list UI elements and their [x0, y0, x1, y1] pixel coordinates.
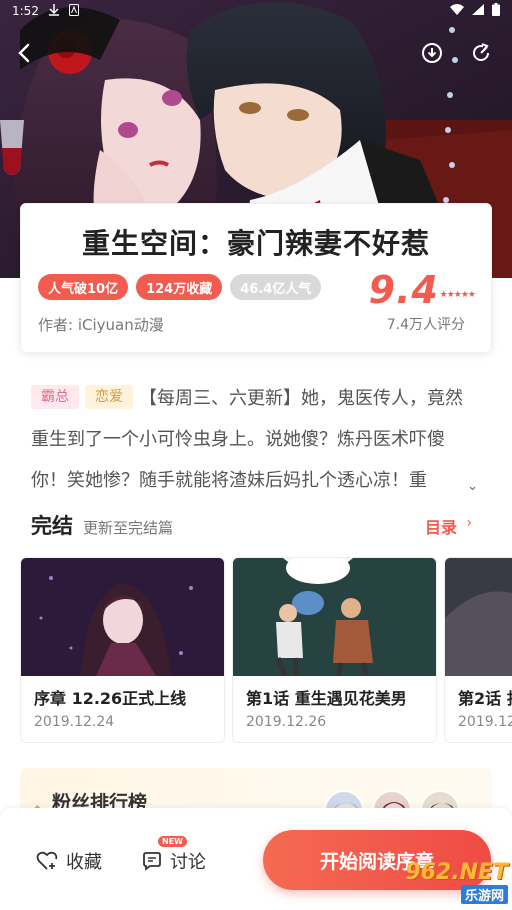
- chevron-right-icon: ›: [466, 515, 472, 531]
- chapter-card[interactable]: 序章 12.26正式上线 2019.12.24: [20, 557, 225, 743]
- site-watermark: 962.NET 乐游网: [372, 860, 508, 904]
- chapter-date: 2019.12.26: [246, 714, 327, 730]
- chapter-list: 序章 12.26正式上线 2019.12.24 第1话 重生遇见花美男 2019…: [20, 557, 512, 743]
- share-button[interactable]: [466, 38, 496, 68]
- chapter-title: 第1话 重生遇见花美男: [246, 689, 407, 708]
- chapter-card[interactable]: 第1话 重生遇见花美男 2019.12.26: [232, 557, 437, 743]
- watermark-text: 乐游网: [460, 885, 508, 904]
- heart-plus-icon: [36, 851, 58, 870]
- description[interactable]: 霸总 恋爱 【每周三、六更新】她，鬼医传人，竟然重生到了一个小可怜虫身上。说她傻？炼…: [31, 378, 478, 501]
- favorite-label: 收藏: [66, 852, 102, 873]
- share-icon: [473, 43, 489, 61]
- download-status-icon: [48, 3, 59, 19]
- chapter-date: 2019.12: [458, 714, 512, 730]
- download-button[interactable]: [417, 38, 447, 68]
- genre-tag[interactable]: 霸总: [31, 385, 79, 409]
- genre-tag[interactable]: 恋爱: [85, 385, 133, 409]
- favorites-tag: 124万收藏: [136, 274, 223, 300]
- views-tag: 46.4亿人气: [230, 274, 322, 300]
- new-badge: NEW: [158, 836, 187, 847]
- clock: 1:52: [12, 4, 39, 18]
- favorite-button[interactable]: 收藏: [36, 848, 102, 874]
- back-button[interactable]: [9, 38, 39, 68]
- comic-info-card: 重生空间：豪门辣妻不好惹 人气破10亿 124万收藏 46.4亿人气 作者: i…: [20, 203, 492, 353]
- discuss-label: 讨论: [170, 852, 206, 873]
- discuss-button[interactable]: 讨论: [142, 848, 206, 874]
- rating-stars-icon: ★★★★★: [439, 290, 476, 300]
- chapter-card[interactable]: 第2话 打 2019.12: [444, 557, 512, 743]
- chapter-date: 2019.12.24: [34, 714, 115, 730]
- back-arrow-icon: [18, 43, 30, 63]
- chapter-title: 序章 12.26正式上线: [34, 689, 187, 708]
- chapter-title: 第2话 打: [458, 689, 512, 708]
- popularity-tag: 人气破10亿: [38, 274, 129, 300]
- signal-icon: [472, 4, 484, 18]
- chapters-header: 完结 更新至完结篇: [31, 510, 173, 540]
- notification-a-icon: [68, 3, 79, 19]
- catalog-link[interactable]: 目录: [425, 514, 457, 538]
- comment-icon: [143, 852, 161, 871]
- download-icon: [422, 43, 442, 63]
- status-bar: 1:52: [0, 0, 512, 22]
- rating-count: 7.4万人评分: [386, 317, 465, 333]
- chapter-thumbnail: [233, 558, 436, 676]
- status-title: 完结: [31, 514, 73, 538]
- chapter-thumbnail: [21, 558, 224, 676]
- comic-title: 重生空间：豪门辣妻不好惹: [81, 227, 430, 260]
- expand-chevron-icon[interactable]: ⌄: [467, 466, 478, 507]
- author-label[interactable]: 作者: iCiyuan动漫: [38, 314, 164, 335]
- wifi-icon: [450, 4, 464, 18]
- chapter-thumbnail: [445, 558, 512, 676]
- update-status: 更新至完结篇: [83, 519, 174, 537]
- rating-score: 9.4: [368, 268, 439, 312]
- battery-icon: [492, 3, 500, 19]
- stat-tags: 人气破10亿 124万收藏 46.4亿人气: [38, 274, 322, 300]
- watermark-logo: 962.NET: [405, 860, 508, 885]
